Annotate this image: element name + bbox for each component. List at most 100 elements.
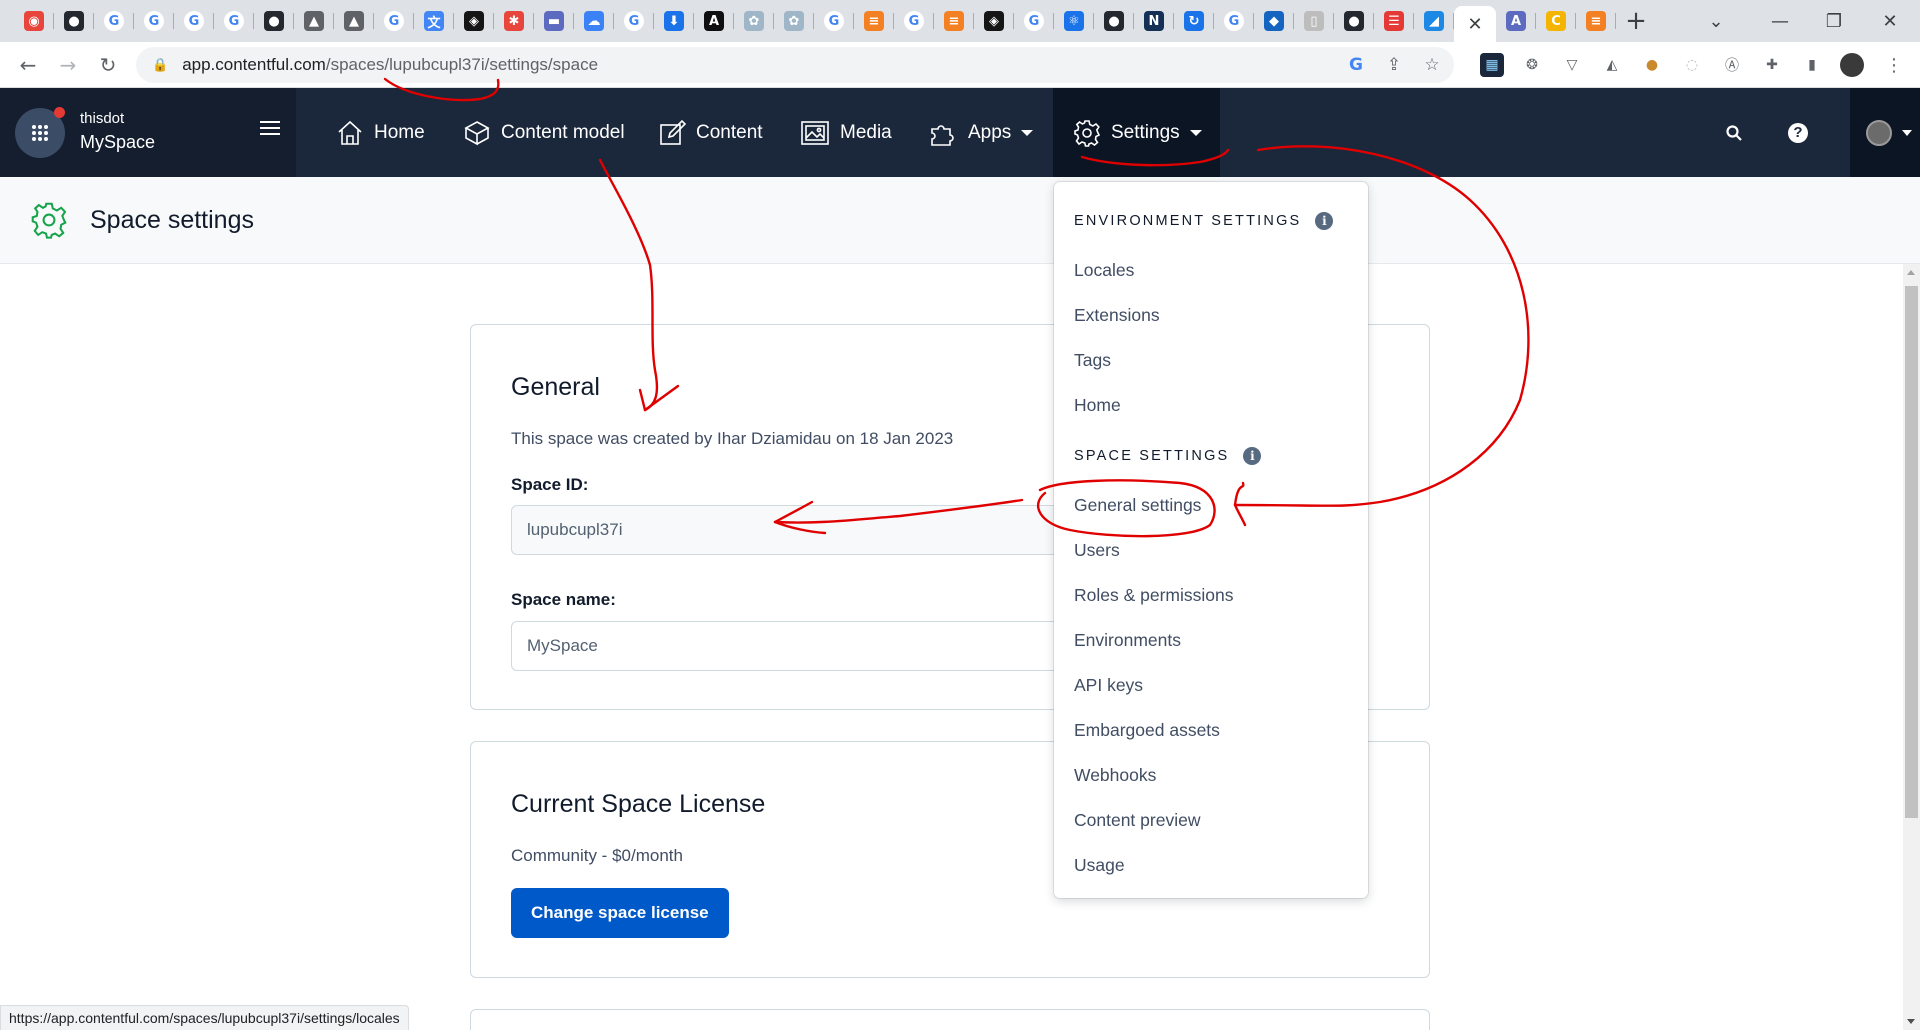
blank-page-icon: ▯ — [1304, 11, 1324, 31]
scroll-down-icon[interactable] — [1907, 1019, 1915, 1024]
reload-icon[interactable]: ↻ — [88, 45, 128, 85]
bookmark-star-icon[interactable]: ☆ — [1414, 47, 1450, 83]
browser-tab[interactable]: ✿ — [774, 4, 814, 38]
user-menu[interactable] — [1850, 88, 1920, 177]
angular-devtools-icon[interactable]: ◭ — [1600, 53, 1624, 77]
new-tab-button[interactable]: + — [1616, 4, 1656, 38]
browser-tab[interactable]: ⬇ — [654, 4, 694, 38]
menu-item-environments[interactable]: Environments — [1074, 630, 1181, 651]
browser-tab[interactable]: ◉ — [14, 4, 54, 38]
browser-tab[interactable]: G — [814, 4, 854, 38]
hamburger-menu-icon[interactable] — [260, 121, 280, 141]
profile-avatar[interactable] — [1840, 53, 1864, 77]
browser-tab[interactable]: A — [1496, 4, 1536, 38]
share-icon[interactable]: ⇪ — [1376, 47, 1412, 83]
browser-tab[interactable]: ● — [1334, 4, 1374, 38]
browser-tab[interactable]: G — [1214, 4, 1254, 38]
browser-tab[interactable]: ≡ — [1576, 4, 1616, 38]
side-panel-icon[interactable]: ▮ — [1800, 53, 1824, 77]
browser-menu-icon[interactable]: ⋮ — [1882, 53, 1906, 77]
extension-icon[interactable]: ▦ — [1480, 53, 1504, 77]
address-bar[interactable]: 🔒 app.contentful.com/spaces/lupubcupl37i… — [136, 47, 1454, 83]
page-scrollbar[interactable] — [1903, 264, 1920, 1030]
google-translate-icon[interactable]: G — [1338, 47, 1374, 83]
change-license-button[interactable]: Change space license — [511, 888, 729, 938]
vue-devtools-icon[interactable]: ▽ — [1560, 53, 1584, 77]
nav-settings[interactable]: Settings — [1053, 88, 1220, 177]
menu-item-home[interactable]: Home — [1074, 395, 1121, 416]
active-tab[interactable]: ✕ — [1454, 6, 1496, 42]
forward-icon[interactable]: → — [48, 45, 88, 85]
settings-caret-icon — [1189, 129, 1202, 136]
a-circle-icon[interactable]: Ⓐ — [1720, 53, 1744, 77]
browser-tab[interactable]: G — [614, 4, 654, 38]
scroll-up-icon[interactable] — [1907, 270, 1915, 275]
menu-item-webhooks[interactable]: Webhooks — [1074, 765, 1156, 786]
menu-item-content-preview[interactable]: Content preview — [1074, 810, 1200, 831]
browser-tab[interactable]: ◈ — [454, 4, 494, 38]
browser-tab[interactable]: G — [94, 4, 134, 38]
menu-item-api-keys[interactable]: API keys — [1074, 675, 1143, 696]
space-settings-label: SPACE SETTINGS — [1074, 448, 1230, 464]
browser-tab[interactable]: C — [1536, 4, 1576, 38]
menu-item-general-settings[interactable]: General settings — [1074, 495, 1201, 516]
nav-content[interactable]: Content — [658, 88, 763, 177]
browser-tab[interactable]: ✱ — [494, 4, 534, 38]
nav-home[interactable]: Home — [336, 88, 425, 177]
menu-item-locales[interactable]: Locales — [1074, 260, 1134, 281]
browser-tab[interactable]: ◈ — [974, 4, 1014, 38]
browser-tab[interactable]: ✿ — [734, 4, 774, 38]
browser-tab[interactable]: ▲ — [334, 4, 374, 38]
help-icon[interactable]: ? — [1780, 88, 1816, 177]
browser-tab[interactable]: G — [214, 4, 254, 38]
browser-tab[interactable]: G — [374, 4, 414, 38]
info-icon[interactable]: i — [1315, 212, 1334, 230]
browser-tab[interactable]: ≡ — [854, 4, 894, 38]
browser-tab[interactable]: ▲ — [294, 4, 334, 38]
search-icon[interactable] — [1716, 88, 1752, 177]
menu-item-tags[interactable]: Tags — [1074, 350, 1111, 371]
extension-icon[interactable]: ◌ — [1680, 53, 1704, 77]
browser-tab[interactable]: ↻ — [1174, 4, 1214, 38]
menu-item-users[interactable]: Users — [1074, 540, 1120, 561]
browser-tab[interactable]: A — [694, 4, 734, 38]
browser-tab[interactable]: G — [134, 4, 174, 38]
cookie-icon[interactable]: ● — [1640, 53, 1664, 77]
close-tab-icon[interactable]: ✕ — [1467, 14, 1482, 35]
browser-tab[interactable]: 文 — [414, 4, 454, 38]
nav-apps[interactable]: Apps — [928, 88, 1034, 177]
nav-media[interactable]: Media — [800, 88, 892, 177]
browser-tab[interactable]: ⚛ — [1054, 4, 1094, 38]
scrollbar-thumb[interactable] — [1905, 286, 1918, 818]
browser-tab[interactable]: ≡ — [934, 4, 974, 38]
nav-settings-label: Settings — [1111, 121, 1180, 143]
extension-icon[interactable]: ❂ — [1520, 53, 1544, 77]
browser-tab[interactable]: ● — [254, 4, 294, 38]
browser-tab[interactable]: N — [1134, 4, 1174, 38]
browser-tab[interactable]: ◆ — [1254, 4, 1294, 38]
browser-tab[interactable]: G — [174, 4, 214, 38]
minimize-icon[interactable]: — — [1752, 0, 1808, 42]
browser-tab[interactable]: ▬ — [534, 4, 574, 38]
menu-item-roles-permissions[interactable]: Roles & permissions — [1074, 585, 1234, 606]
browser-tab[interactable]: ☁ — [574, 4, 614, 38]
browser-tab[interactable]: G — [1014, 4, 1054, 38]
browser-tab[interactable]: ● — [1094, 4, 1134, 38]
menu-item-embargoed-assets[interactable]: Embargoed assets — [1074, 720, 1220, 741]
menu-item-usage[interactable]: Usage — [1074, 855, 1125, 876]
nav-content-model[interactable]: Content model — [463, 88, 625, 177]
menu-item-extensions[interactable]: Extensions — [1074, 305, 1160, 326]
org-name: thisdot — [80, 110, 125, 127]
browser-tab[interactable]: G — [894, 4, 934, 38]
extensions-puzzle-icon[interactable]: ✚ — [1760, 53, 1784, 77]
close-window-icon[interactable]: ✕ — [1862, 0, 1918, 42]
info-icon[interactable]: i — [1243, 447, 1262, 465]
space-switcher[interactable]: thisdot MySpace — [0, 88, 296, 177]
tab-search-icon[interactable]: ⌄ — [1688, 0, 1744, 42]
restore-icon[interactable]: ❐ — [1806, 0, 1862, 42]
browser-tab[interactable]: ● — [54, 4, 94, 38]
back-icon[interactable]: ← — [8, 45, 48, 85]
browser-tab[interactable]: ☰ — [1374, 4, 1414, 38]
browser-tab[interactable]: ◢ — [1414, 4, 1454, 38]
browser-tab[interactable]: ▯ — [1294, 4, 1334, 38]
